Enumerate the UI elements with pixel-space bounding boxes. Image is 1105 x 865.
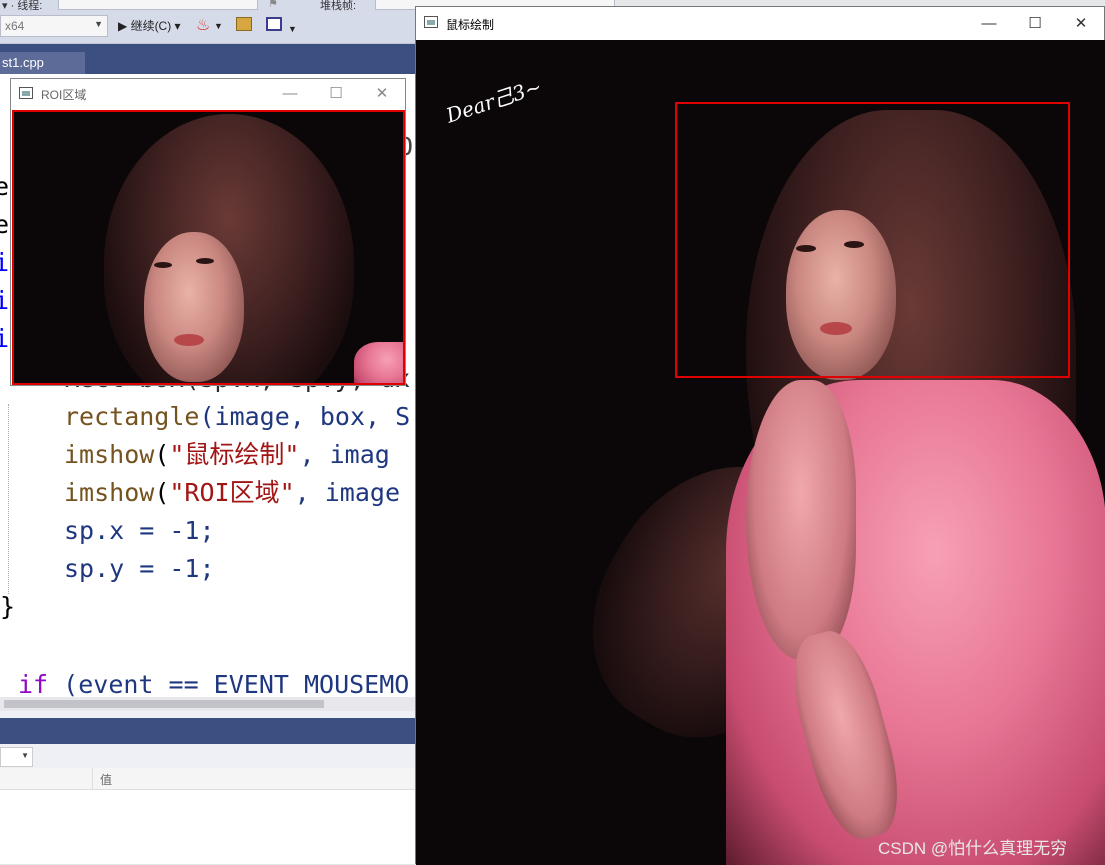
platform-combo[interactable]: x64 ▼ [0, 15, 108, 37]
window-icon[interactable] [266, 17, 282, 31]
roi-selection-rectangle[interactable] [675, 102, 1070, 378]
chevron-down-icon[interactable]: ▼ [214, 15, 223, 37]
fire-icon[interactable]: ♨ [196, 15, 210, 37]
close-button[interactable]: ✕ [359, 79, 405, 109]
indent-guide [8, 404, 9, 594]
app-window-icon [424, 16, 438, 28]
column-header-value: 值 [100, 773, 113, 787]
main-window: 鼠标绘制 — ☐ ✕ Dear己3~ CSDN @怕什么真理无穷 [415, 6, 1105, 865]
main-window-title: 鼠标绘制 [446, 18, 495, 32]
app-window-icon [19, 87, 33, 99]
minimize-button[interactable]: — [267, 79, 313, 109]
panel-body [0, 790, 415, 864]
eye-shape [196, 258, 214, 264]
roi-window-title: ROI区域 [41, 88, 87, 102]
code-line-fragment: e [0, 172, 10, 201]
platform-value: x64 [5, 19, 25, 33]
code-line-imshow-roi: imshow("ROI区域", image [64, 478, 400, 507]
folder-icon[interactable] [236, 17, 252, 31]
vs-toolbar: x64 ▼ ▶ 继续(C) ▾ ♨ ▼ ▼ [0, 12, 420, 44]
continue-button[interactable]: ▶ 继续(C) ▾ [118, 15, 181, 37]
csdn-watermark: CSDN @怕什么真理无穷 [878, 839, 1068, 858]
lips-shape [174, 334, 204, 346]
code-line-fragment: i [0, 324, 10, 353]
tab-source-file[interactable]: st1.cpp [0, 52, 85, 74]
chevron-down-icon: ▼ [94, 19, 103, 29]
face-shape [144, 232, 244, 382]
code-line-fragment: e [0, 210, 10, 239]
code-line-if: if (event == EVENT_MOUSEMO [18, 670, 410, 699]
maximize-button[interactable]: ☐ [1012, 7, 1058, 40]
close-button[interactable]: ✕ [1058, 7, 1104, 40]
main-titlebar[interactable]: 鼠标绘制 — ☐ ✕ [416, 7, 1104, 40]
panel-columns: 值 [0, 768, 415, 790]
code-line-rectangle: rectangle(image, box, S [64, 402, 411, 431]
arm-shape [746, 380, 856, 660]
roi-image [12, 110, 405, 385]
main-image[interactable]: Dear己3~ CSDN @怕什么真理无穷 [416, 40, 1105, 865]
code-line-fragment: i [0, 248, 10, 277]
thread-combo[interactable] [58, 0, 258, 10]
code-line-fragment: i [0, 286, 10, 315]
panel-header [0, 718, 415, 744]
roi-window: ROI区域 — ☐ ✕ [10, 78, 406, 386]
maximize-button[interactable]: ☐ [313, 79, 359, 109]
code-line-spx: sp.x = -1; [64, 516, 215, 545]
chevron-down-icon[interactable]: ▼ [288, 18, 297, 40]
scrollbar-thumb[interactable] [4, 700, 324, 708]
panel-combo[interactable]: ▼ [0, 747, 33, 767]
shoulder-shape [354, 342, 403, 383]
signature-text: Dear己3~ [443, 74, 545, 128]
chevron-down-icon: ▼ [21, 751, 29, 760]
flag-icon[interactable]: ⚑ [268, 0, 278, 10]
debug-location-bar: ▾ · 线程: ⚑ 堆栈帧: [0, 0, 615, 12]
roi-titlebar[interactable]: ROI区域 — ☐ ✕ [11, 79, 405, 109]
eye-shape [154, 262, 172, 268]
column-divider [92, 768, 93, 790]
code-line-imshow-main: imshow("鼠标绘制", imag [64, 440, 390, 469]
code-line-spy: sp.y = -1; [64, 554, 215, 583]
minimize-button[interactable]: — [966, 7, 1012, 40]
